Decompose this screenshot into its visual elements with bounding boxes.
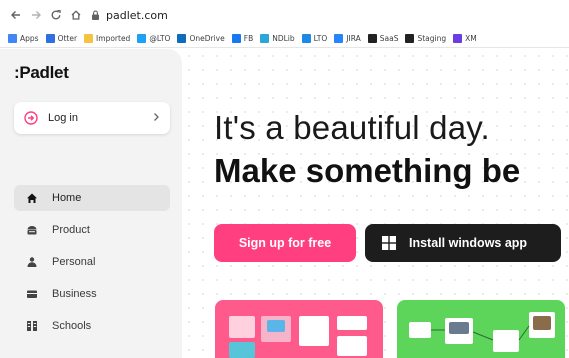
- home-icon: [26, 192, 38, 204]
- bookmark-label: LTO: [313, 34, 328, 43]
- product-icon: [26, 224, 38, 236]
- bookmark-icon: [8, 34, 17, 43]
- padlet-preview-card-pink[interactable]: [215, 300, 383, 358]
- address-bar[interactable]: padlet.com: [90, 5, 168, 25]
- bookmark-item[interactable]: Otter: [45, 34, 78, 43]
- windows-icon: [382, 236, 396, 250]
- login-icon: [24, 111, 38, 125]
- hero-headline: It's a beautiful day.: [214, 109, 490, 146]
- bookmark-label: NDLib: [272, 34, 295, 43]
- lock-icon: [90, 9, 100, 21]
- bookmark-icon: [367, 34, 377, 43]
- sidebar-item-label: Business: [52, 288, 97, 300]
- signup-button[interactable]: Sign up for free: [214, 224, 356, 262]
- card-thumbnail: [299, 316, 329, 346]
- bookmark-item[interactable]: LTO: [301, 34, 328, 43]
- install-windows-app-button[interactable]: Install windows app: [365, 224, 561, 262]
- bookmark-label: FB: [243, 34, 254, 43]
- padlet-logo[interactable]: :Padlet: [14, 63, 69, 83]
- bookmark-item[interactable]: Apps: [8, 34, 39, 43]
- bookmark-item[interactable]: Imported: [84, 34, 130, 43]
- card-connector-lines: [431, 325, 530, 341]
- bookmark-icon: [45, 34, 55, 43]
- chevron-right-icon: [152, 112, 160, 125]
- back-icon[interactable]: [8, 7, 24, 23]
- schools-icon: [26, 320, 38, 332]
- bookmark-icon: [301, 34, 311, 43]
- sidebar-item-business[interactable]: Business: [14, 281, 170, 307]
- bookmark-icon: [231, 34, 241, 43]
- bookmark-item[interactable]: Staging: [405, 34, 446, 43]
- browser-toolbar: padlet.com: [0, 0, 569, 30]
- bookmark-icon: [453, 34, 463, 43]
- login-label: Log in: [48, 112, 78, 124]
- bookmark-label: XM: [465, 34, 477, 43]
- sidebar-item-home[interactable]: Home: [14, 185, 170, 211]
- sidebar-item-personal[interactable]: Personal: [14, 249, 170, 275]
- forward-icon[interactable]: [28, 7, 44, 23]
- login-button[interactable]: Log in: [14, 102, 170, 134]
- bookmark-icon: [334, 34, 344, 43]
- sidebar-item-label: Home: [52, 192, 82, 204]
- hero-subheadline: Make something be: [214, 152, 521, 189]
- reload-icon[interactable]: [48, 7, 64, 23]
- bookmark-label: Apps: [20, 34, 39, 43]
- home-browser-icon[interactable]: [68, 7, 84, 23]
- bookmark-label: Staging: [417, 34, 447, 43]
- card-thumbnail: [229, 316, 255, 338]
- bookmark-item[interactable]: SaaS: [367, 34, 399, 43]
- business-icon: [26, 288, 38, 300]
- bookmark-item[interactable]: FB: [231, 34, 254, 43]
- bookmark-icon: [137, 34, 147, 43]
- bookmark-item[interactable]: XM: [453, 34, 477, 43]
- sidebar-item-label: Schools: [52, 320, 92, 332]
- url-text: padlet.com: [106, 8, 168, 22]
- bookmark-item[interactable]: @LTO: [137, 34, 170, 43]
- card-thumbnail: [337, 316, 367, 330]
- bookmark-label: JIRA: [346, 34, 361, 43]
- bookmarks-bar: Apps Otter Imported @LTO OneDrive FB NDLib LTO J…: [0, 30, 569, 48]
- card-thumbnail-image: [229, 342, 255, 358]
- bookmark-icon: [84, 34, 94, 43]
- bookmark-item[interactable]: JIRA: [334, 34, 361, 43]
- sidebar-item-product[interactable]: Product: [14, 217, 170, 243]
- bookmark-icon: [177, 34, 187, 43]
- bookmark-icon: [405, 34, 415, 43]
- sidebar: :Padlet Log in Home Product Personal Bus…: [0, 49, 182, 358]
- bookmark-label: Imported: [96, 34, 131, 43]
- bookmark-item[interactable]: OneDrive: [177, 34, 225, 43]
- card-thumbnail: [337, 336, 367, 356]
- bookmark-item[interactable]: NDLib: [260, 34, 295, 43]
- bookmark-icon: [260, 34, 270, 43]
- sidebar-item-label: Product: [52, 224, 90, 236]
- bookmark-label: @LTO: [149, 34, 171, 43]
- sidebar-item-label: Personal: [52, 256, 96, 268]
- bookmark-label: SaaS: [379, 34, 399, 43]
- sidebar-item-schools[interactable]: Schools: [14, 313, 170, 339]
- padlet-preview-card-green[interactable]: [397, 300, 565, 358]
- install-label: Install windows app: [409, 236, 528, 250]
- bookmark-label: Otter: [57, 34, 78, 43]
- sidebar-nav: Home Product Personal Business Schools: [14, 185, 170, 345]
- card-thumbnail-image: [267, 320, 285, 332]
- bookmark-label: OneDrive: [189, 34, 225, 43]
- personal-icon: [26, 256, 38, 268]
